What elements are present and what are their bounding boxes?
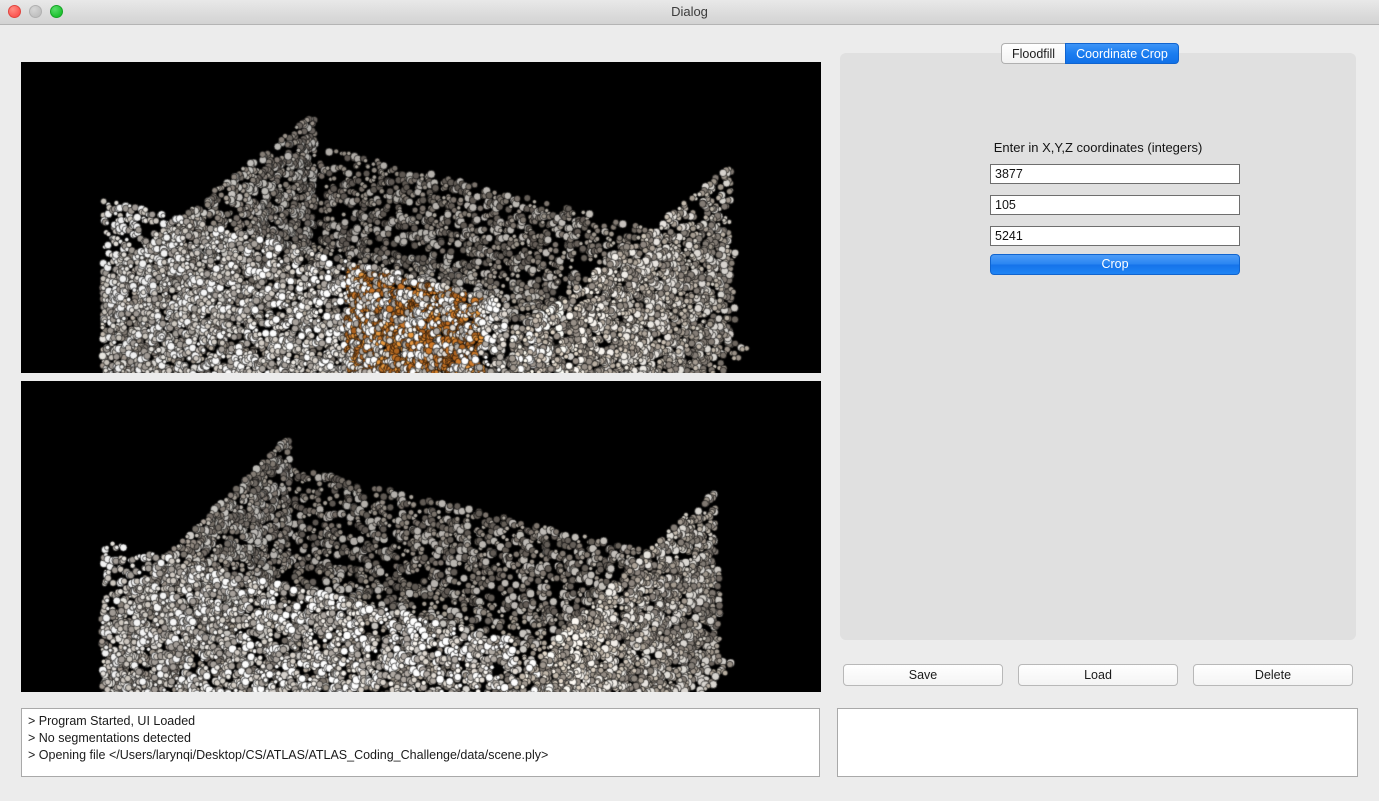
coordinate-crop-panel: Enter in X,Y,Z coordinates (integers) Cr… xyxy=(840,53,1356,640)
tab-floodfill[interactable]: Floodfill xyxy=(1001,43,1066,64)
output-text-area[interactable] xyxy=(837,708,1358,777)
window-title: Dialog xyxy=(671,4,708,19)
load-button[interactable]: Load xyxy=(1018,664,1178,686)
delete-button[interactable]: Delete xyxy=(1193,664,1353,686)
crop-button[interactable]: Crop xyxy=(990,254,1240,275)
point-cloud-canvas-cropped[interactable] xyxy=(21,381,821,692)
action-button-row: Save Load Delete xyxy=(843,664,1353,686)
titlebar: Dialog xyxy=(0,0,1379,25)
dialog-window: Dialog > Program Started, UI Loaded > No… xyxy=(0,0,1379,801)
save-button[interactable]: Save xyxy=(843,664,1003,686)
console-line: > Opening file </Users/larynqi/Desktop/C… xyxy=(28,748,549,762)
coordinate-x-input[interactable] xyxy=(990,164,1240,184)
tab-coordinate-crop[interactable]: Coordinate Crop xyxy=(1065,43,1179,64)
tab-bar: Floodfill Coordinate Crop xyxy=(1001,43,1179,64)
coordinate-instructions: Enter in X,Y,Z coordinates (integers) xyxy=(993,140,1203,155)
console-log[interactable]: > Program Started, UI Loaded > No segmen… xyxy=(21,708,820,777)
console-line: > No segmentations detected xyxy=(28,731,191,745)
console-line: > Program Started, UI Loaded xyxy=(28,714,196,728)
coordinate-z-input[interactable] xyxy=(990,226,1240,246)
coordinate-y-input[interactable] xyxy=(990,195,1240,215)
point-cloud-viewport-original[interactable] xyxy=(21,62,821,373)
point-cloud-viewport-cropped[interactable] xyxy=(21,381,821,692)
point-cloud-canvas-original[interactable] xyxy=(21,62,821,373)
